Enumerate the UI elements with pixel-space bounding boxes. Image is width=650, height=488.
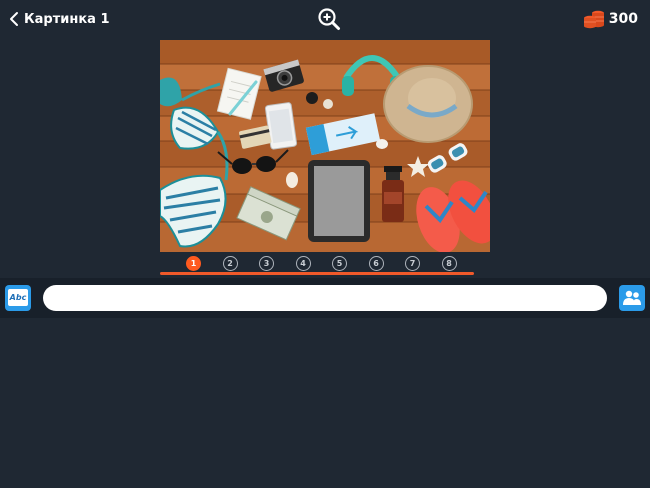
letters-hint-button[interactable]: Abc	[5, 285, 31, 311]
coin-stack-icon	[583, 10, 604, 29]
coins-count: 300	[608, 11, 638, 27]
pager-dot-7[interactable]: 7	[405, 255, 420, 271]
abc-letters-icon: Abc	[8, 289, 28, 306]
puzzle-picture[interactable]	[160, 40, 490, 252]
zoom-in-icon	[318, 8, 340, 30]
beach-travel-flatlay-photo	[160, 40, 490, 252]
pager-dot-2[interactable]: 2	[222, 255, 238, 271]
ask-friends-button[interactable]	[619, 285, 645, 311]
friends-icon	[623, 290, 641, 305]
chevron-left-icon	[10, 12, 18, 26]
pager-dot-1[interactable]: 1	[186, 255, 201, 271]
pager-dot-6[interactable]: 6	[368, 255, 384, 271]
pager-dot-8[interactable]: 8	[441, 255, 457, 271]
pager-dot-3[interactable]: 3	[259, 255, 274, 271]
answer-input[interactable]	[43, 285, 607, 311]
back-button[interactable]: Картинка 1	[8, 9, 110, 29]
pager-dot-4[interactable]: 4	[295, 255, 311, 271]
zoom-in-button[interactable]	[317, 7, 341, 31]
picture-pager: 1 2 3 4 5 6 7 8	[186, 255, 478, 271]
page-title: Картинка 1	[24, 11, 110, 27]
coins-balance: 300	[583, 9, 638, 29]
pager-dot-5[interactable]: 5	[332, 255, 347, 271]
answer-bar: Abc	[0, 278, 650, 318]
pager-progress-line	[160, 272, 474, 275]
top-bar: Картинка 1 300	[0, 0, 650, 38]
